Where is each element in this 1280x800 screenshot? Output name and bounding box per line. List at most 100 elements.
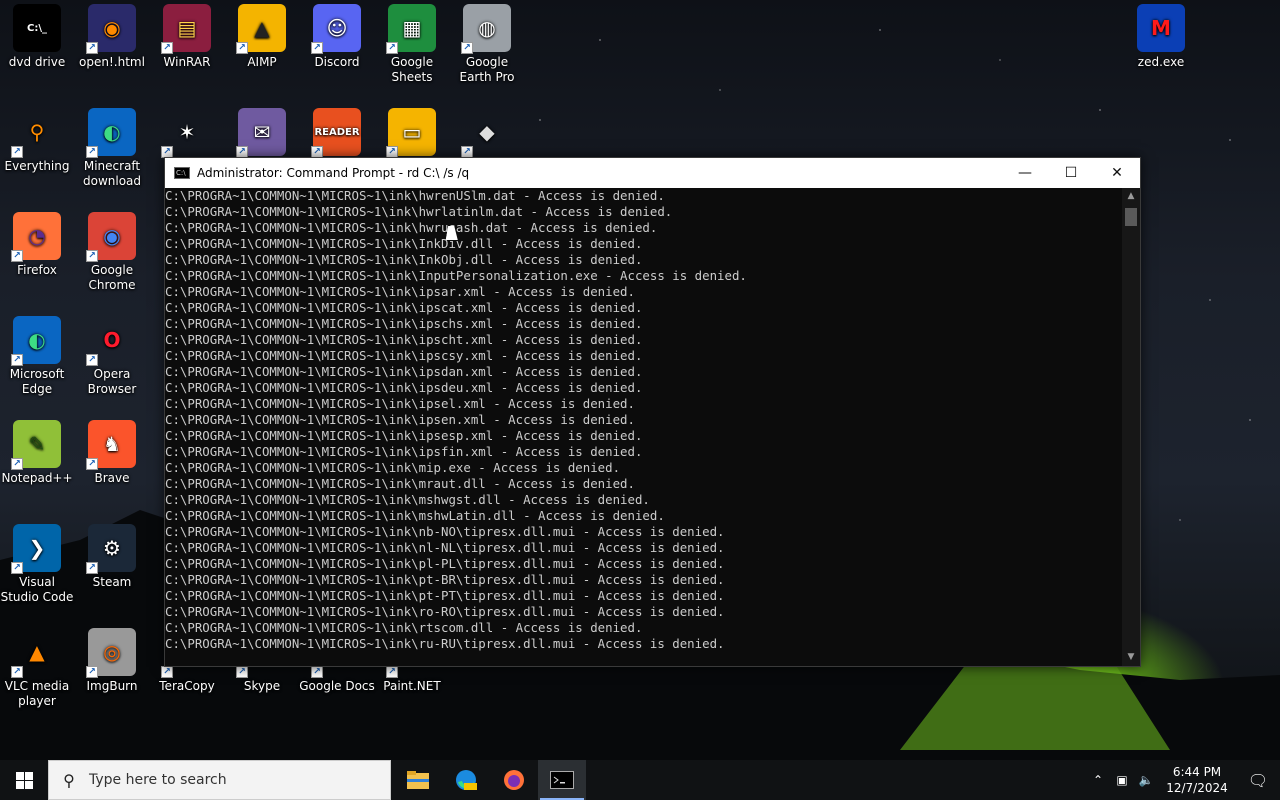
minimize-button[interactable]: — xyxy=(1002,158,1048,188)
notifications-icon[interactable]: 🗨 xyxy=(1236,771,1280,790)
console-line: C:\PROGRA~1\COMMON~1\MICROS~1\ink\ipsesp… xyxy=(165,428,643,443)
desktop-icon-notepad[interactable]: ✎ ↗ Notepad++ xyxy=(0,416,75,486)
console-line: C:\PROGRA~1\COMMON~1\MICROS~1\ink\ipsfin… xyxy=(165,444,643,459)
shortcut-arrow-icon: ↗ xyxy=(11,666,23,678)
notepad-icon: ✎ ↗ xyxy=(11,420,61,470)
icon-glyph: ✶ xyxy=(178,119,196,144)
desktop-icon-vlc-media-player[interactable]: ▲ ↗ VLC media player xyxy=(0,624,75,709)
network-icon[interactable]: ▣ xyxy=(1110,773,1134,787)
edge-can-icon xyxy=(456,770,477,790)
icon-glyph: ❯ xyxy=(28,535,46,560)
icon-glyph: O xyxy=(103,327,121,352)
desktop-icon-microsoft-edge[interactable]: ◐ ↗ Microsoft Edge xyxy=(0,312,75,397)
taskbar-firefox[interactable] xyxy=(490,760,538,800)
shortcut-arrow-icon: ↗ xyxy=(86,458,98,470)
desktop-icon-app-11[interactable]: ✉ ↗ xyxy=(224,104,300,159)
shortcut-arrow-icon: ↗ xyxy=(11,562,23,574)
start-button[interactable] xyxy=(0,760,48,800)
desktop-icon-discord[interactable]: ☺ ↗ Discord xyxy=(299,0,375,70)
desktop-icon-label: Everything xyxy=(4,159,70,173)
search-icon: ⚲ xyxy=(63,770,75,790)
desktop-icon-google-earth-pro[interactable]: ◍ ↗ Google Earth Pro xyxy=(449,0,525,85)
icon-glyph: ◔ xyxy=(28,223,46,248)
chevron-up-icon[interactable]: ⌃ xyxy=(1086,773,1110,787)
taskbar-command-prompt[interactable] xyxy=(538,760,586,800)
icon-glyph: ⚙ xyxy=(103,535,121,560)
desktop-icon-label: dvd drive xyxy=(8,55,66,69)
window-title: Administrator: Command Prompt - rd C:\ /… xyxy=(197,166,470,180)
desktop-icon-app-13[interactable]: ▭ ↗ xyxy=(374,104,450,159)
icon-glyph: ♞ xyxy=(103,431,121,456)
shortcut-arrow-icon: ↗ xyxy=(386,666,398,678)
desktop-icon-imgburn[interactable]: ◎ ↗ ImgBurn xyxy=(74,624,150,694)
icon-glyph: ☺ xyxy=(326,15,348,40)
desktop-icon-label: Firefox xyxy=(17,263,57,277)
console-line: C:\PROGRA~1\COMMON~1\MICROS~1\ink\ipschs… xyxy=(165,316,643,331)
shortcut-arrow-icon: ↗ xyxy=(86,354,98,366)
windows-logo-icon xyxy=(15,771,33,789)
desktop-icon-brave[interactable]: ♞ ↗ Brave xyxy=(74,416,150,486)
desktop-icon-aimp[interactable]: ▲ ↗ AIMP xyxy=(224,0,300,70)
desktop-icon-zed-exe[interactable]: Mzed.exe xyxy=(1123,0,1199,70)
console-line: C:\PROGRA~1\COMMON~1\MICROS~1\ink\rtscom… xyxy=(165,620,643,635)
console-line: C:\PROGRA~1\COMMON~1\MICROS~1\ink\pt-BR\… xyxy=(165,572,725,587)
clock[interactable]: 6:44 PM 12/7/2024 xyxy=(1158,764,1236,796)
desktop-icon-label: open!.html xyxy=(79,55,145,69)
scroll-up-arrow-icon[interactable]: ▲ xyxy=(1122,188,1140,205)
icon-glyph: ▦ xyxy=(402,15,422,40)
scroll-thumb[interactable] xyxy=(1125,208,1137,226)
desktop-icon-label: zed.exe xyxy=(1137,55,1185,69)
shortcut-arrow-icon: ↗ xyxy=(86,562,98,574)
system-tray: ⌃ ▣ 🔈 6:44 PM 12/7/2024 🗨 xyxy=(1086,760,1280,800)
vertical-scrollbar[interactable]: ▲ ▼ xyxy=(1122,188,1140,666)
firefox-icon xyxy=(504,770,524,790)
desktop-icon-open-html[interactable]: ◉ ↗ open!.html xyxy=(74,0,150,70)
desktop-icon-app-14[interactable]: ◆ ↗ xyxy=(449,104,525,159)
desktop-icon-visual-studio-code[interactable]: ❯ ↗ Visual Studio Code xyxy=(0,520,75,605)
maximize-button[interactable]: ☐ xyxy=(1048,158,1094,188)
desktop-icon-google-chrome[interactable]: ◉ ↗ Google Chrome xyxy=(74,208,150,293)
taskbar-file-explorer[interactable] xyxy=(394,760,442,800)
desktop-icon-label: Brave xyxy=(94,471,130,485)
desktop-icon-google-sheets[interactable]: ▦ ↗ Google Sheets xyxy=(374,0,450,85)
command-prompt-window[interactable]: C:\ Administrator: Command Prompt - rd C… xyxy=(164,157,1141,667)
mouse-pointer-icon xyxy=(445,226,461,240)
icon-glyph: ✉ xyxy=(253,119,271,144)
desktop-icon-label: AIMP xyxy=(247,55,277,69)
desktop-icon-steam[interactable]: ⚙ ↗ Steam xyxy=(74,520,150,590)
search-placeholder: Type here to search xyxy=(89,772,227,788)
scroll-down-arrow-icon[interactable]: ▼ xyxy=(1122,649,1140,666)
console-line: C:\PROGRA~1\COMMON~1\MICROS~1\ink\ipscat… xyxy=(165,300,643,315)
console-line: C:\PROGRA~1\COMMON~1\MICROS~1\ink\ipsar.… xyxy=(165,284,635,299)
icon-glyph: ▤ xyxy=(177,15,197,40)
desktop-icon-minecraft-download[interactable]: ◐ ↗ Minecraft download xyxy=(74,104,150,189)
desktop-icon-winrar[interactable]: ▤ ↗ WinRAR xyxy=(149,0,225,70)
microsoft-edge-icon: ◐ ↗ xyxy=(11,316,61,366)
taskbar-search-box[interactable]: ⚲ Type here to search xyxy=(48,760,391,800)
volume-muted-icon[interactable]: 🔈 xyxy=(1134,773,1158,787)
brave-icon: ♞ ↗ xyxy=(86,420,136,470)
console-output[interactable]: C:\PROGRA~1\COMMON~1\MICROS~1\ink\hwrenU… xyxy=(165,188,1122,666)
shortcut-arrow-icon: ↗ xyxy=(236,666,248,678)
close-button[interactable]: ✕ xyxy=(1094,158,1140,188)
desktop-icon-label: Notepad++ xyxy=(1,471,73,485)
console-line: C:\PROGRA~1\COMMON~1\MICROS~1\ink\ipsdan… xyxy=(165,364,643,379)
taskbar-edge[interactable] xyxy=(442,760,490,800)
icon-glyph: ◆ xyxy=(479,119,495,144)
desktop-icon-app-12[interactable]: READER ↗ xyxy=(299,104,375,159)
icon-glyph: ◎ xyxy=(103,639,121,664)
window-titlebar[interactable]: C:\ Administrator: Command Prompt - rd C… xyxy=(165,158,1140,188)
desktop-icon-firefox[interactable]: ◔ ↗ Firefox xyxy=(0,208,75,278)
app-14-icon: ◆ ↗ xyxy=(461,108,511,158)
google-earth-pro-icon: ◍ ↗ xyxy=(461,4,511,54)
icon-glyph: ◍ xyxy=(478,15,496,40)
app-13-icon: ▭ ↗ xyxy=(386,108,436,158)
console-line: C:\PROGRA~1\COMMON~1\MICROS~1\ink\pt-PT\… xyxy=(165,588,725,603)
desktop-icon-everything[interactable]: ⚲ ↗ Everything xyxy=(0,104,75,174)
desktop-icon-opera-browser[interactable]: O ↗ Opera Browser xyxy=(74,312,150,397)
console-line: C:\PROGRA~1\COMMON~1\MICROS~1\ink\InkObj… xyxy=(165,252,643,267)
shortcut-arrow-icon: ↗ xyxy=(461,42,473,54)
desktop-icon-label: Steam xyxy=(92,575,132,589)
dvd-drive-icon: C:\_ xyxy=(13,4,61,52)
desktop-icon-dvd-drive[interactable]: C:\_dvd drive xyxy=(0,0,75,70)
